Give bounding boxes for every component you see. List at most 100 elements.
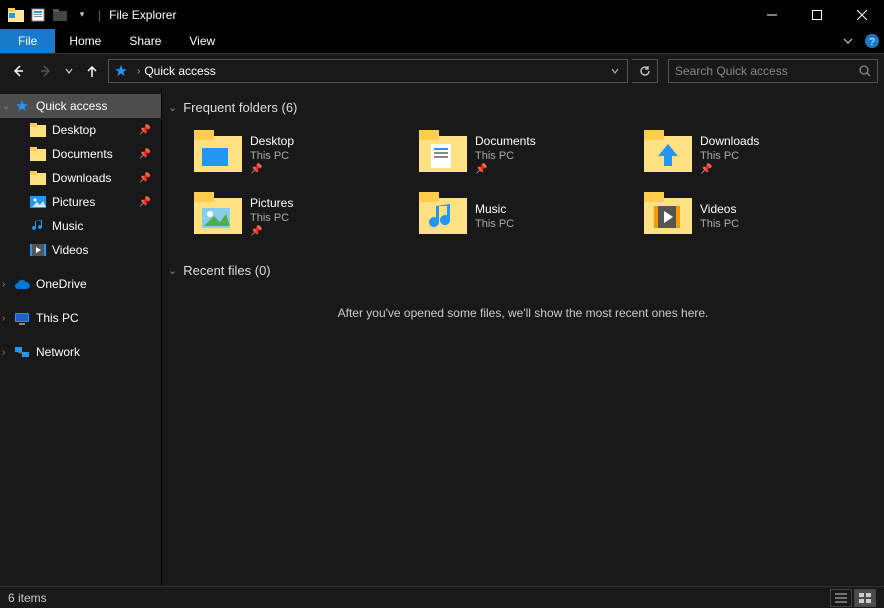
address-history-caret-icon[interactable] — [607, 67, 623, 75]
folder-icon — [30, 170, 46, 186]
pin-icon: 📌 — [139, 149, 151, 160]
music-icon — [30, 218, 46, 234]
qat-newfolder-icon[interactable] — [50, 5, 70, 25]
folder-name: Downloads — [700, 134, 759, 148]
sidebar-item-desktop[interactable]: Desktop 📌 — [0, 118, 161, 142]
sidebar-item-label: Videos — [52, 243, 88, 257]
title-bar: ▾ | File Explorer — [0, 0, 884, 29]
tab-share[interactable]: Share — [115, 29, 175, 53]
folder-location: This PC — [250, 150, 294, 162]
sidebar-item-label: Quick access — [36, 99, 107, 113]
sidebar-item-label: Network — [36, 345, 80, 359]
minimize-button[interactable] — [749, 0, 794, 29]
collapse-caret-icon[interactable]: ⌄ — [168, 101, 177, 114]
back-button[interactable] — [6, 59, 30, 83]
folder-name: Pictures — [250, 196, 293, 210]
sidebar-item-network[interactable]: › Network — [0, 340, 161, 364]
pin-icon: 📌 — [475, 164, 536, 175]
pin-icon: 📌 — [250, 226, 293, 237]
folder-name: Music — [475, 202, 514, 216]
ribbon-expand-caret-icon[interactable] — [836, 29, 860, 53]
quick-access-star-icon — [14, 98, 30, 114]
search-icon[interactable] — [859, 65, 871, 77]
window-title: File Explorer — [109, 8, 176, 22]
folder-item-music[interactable]: Music This PC — [415, 185, 640, 247]
folder-large-icon — [419, 192, 467, 240]
onedrive-icon — [14, 276, 30, 292]
search-input[interactable] — [675, 64, 859, 78]
qat-properties-icon[interactable] — [28, 5, 48, 25]
tab-home[interactable]: Home — [55, 29, 115, 53]
refresh-button[interactable] — [632, 59, 658, 83]
breadcrumb-current[interactable]: Quick access — [144, 64, 215, 78]
help-button[interactable]: ? — [860, 29, 884, 53]
folder-item-videos[interactable]: Videos This PC — [640, 185, 865, 247]
pin-icon: 📌 — [700, 164, 759, 175]
folder-icon — [30, 146, 46, 162]
folder-name: Documents — [475, 134, 536, 148]
pin-icon: 📌 — [250, 164, 294, 175]
folder-location: This PC — [475, 150, 536, 162]
folder-item-pictures[interactable]: Pictures This PC 📌 — [190, 185, 415, 247]
folder-location: This PC — [700, 218, 739, 230]
search-box[interactable] — [668, 59, 878, 83]
folder-name: Desktop — [250, 134, 294, 148]
breadcrumb-caret-icon[interactable]: › — [137, 66, 140, 77]
app-icon — [6, 5, 26, 25]
sidebar-item-quick-access[interactable]: ⌄ Quick access — [0, 94, 161, 118]
recent-empty-message: After you've opened some files, we'll sh… — [166, 306, 880, 320]
sidebar-item-label: Downloads — [52, 171, 111, 185]
close-button[interactable] — [839, 0, 884, 29]
folder-location: This PC — [700, 150, 759, 162]
videos-icon — [30, 242, 46, 258]
folder-location: This PC — [475, 218, 514, 230]
tree-caret-icon[interactable]: ⌄ — [2, 101, 10, 112]
tree-caret-icon[interactable]: › — [2, 347, 5, 358]
sidebar-item-documents[interactable]: Documents 📌 — [0, 142, 161, 166]
this-pc-icon — [14, 310, 30, 326]
group-header-recent[interactable]: ⌄ Recent files (0) — [168, 263, 880, 278]
folder-large-icon — [194, 130, 242, 178]
sidebar-item-downloads[interactable]: Downloads 📌 — [0, 166, 161, 190]
group-header-label: Recent files (0) — [183, 263, 270, 278]
status-bar: 6 items — [0, 586, 884, 608]
recent-locations-caret-icon[interactable] — [62, 59, 76, 83]
tab-view[interactable]: View — [175, 29, 229, 53]
sidebar-item-label: Pictures — [52, 195, 95, 209]
forward-button[interactable] — [34, 59, 58, 83]
folder-large-icon — [644, 192, 692, 240]
qat-customize-caret-icon[interactable]: ▾ — [72, 5, 92, 25]
status-item-count: 6 items — [8, 591, 47, 605]
folder-item-desktop[interactable]: Desktop This PC 📌 — [190, 123, 415, 185]
maximize-button[interactable] — [794, 0, 839, 29]
folder-large-icon — [194, 192, 242, 240]
ribbon-tabs: File Home Share View ? — [0, 29, 884, 54]
folder-location: This PC — [250, 212, 293, 224]
collapse-caret-icon[interactable]: ⌄ — [168, 264, 177, 277]
sidebar-item-label: Documents — [52, 147, 113, 161]
svg-text:?: ? — [869, 37, 875, 48]
sidebar-item-music[interactable]: Music — [0, 214, 161, 238]
group-header-frequent[interactable]: ⌄ Frequent folders (6) — [168, 100, 880, 115]
up-button[interactable] — [80, 59, 104, 83]
pin-icon: 📌 — [139, 125, 151, 136]
content-pane: ⌄ Frequent folders (6) Desktop This PC 📌… — [162, 88, 884, 586]
sidebar-item-label: Music — [52, 219, 83, 233]
folder-large-icon — [644, 130, 692, 178]
sidebar-item-videos[interactable]: Videos — [0, 238, 161, 262]
tab-file[interactable]: File — [0, 29, 55, 53]
group-header-label: Frequent folders (6) — [183, 100, 297, 115]
view-details-button[interactable] — [830, 589, 852, 607]
tree-caret-icon[interactable]: › — [2, 313, 5, 324]
pin-icon: 📌 — [139, 197, 151, 208]
pin-icon: 📌 — [139, 173, 151, 184]
address-bar[interactable]: › Quick access — [108, 59, 628, 83]
title-separator: | — [98, 8, 101, 22]
sidebar-item-pictures[interactable]: Pictures 📌 — [0, 190, 161, 214]
sidebar-item-this-pc[interactable]: › This PC — [0, 306, 161, 330]
tree-caret-icon[interactable]: › — [2, 279, 5, 290]
folder-item-documents[interactable]: Documents This PC 📌 — [415, 123, 640, 185]
view-large-icons-button[interactable] — [854, 589, 876, 607]
sidebar-item-onedrive[interactable]: › OneDrive — [0, 272, 161, 296]
folder-item-downloads[interactable]: Downloads This PC 📌 — [640, 123, 865, 185]
